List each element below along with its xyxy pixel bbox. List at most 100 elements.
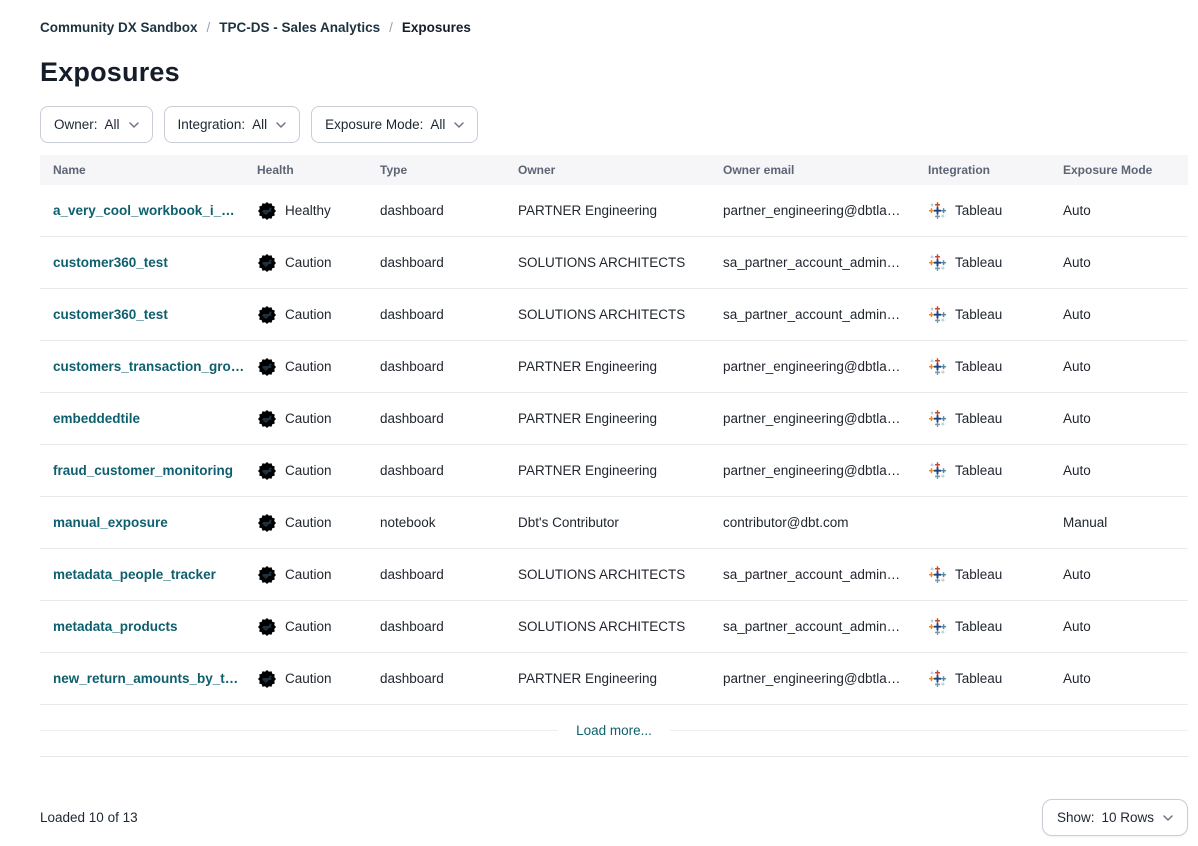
rows-per-page-dropdown[interactable]: Show: 10 Rows: [1042, 799, 1188, 836]
tableau-icon: [928, 253, 947, 272]
type-label: dashboard: [380, 359, 444, 374]
filter-bar: Owner: All Integration: All Exposure Mod…: [40, 106, 1188, 143]
health-cell: Caution: [244, 461, 367, 481]
mode-label: Auto: [1063, 463, 1091, 478]
type-label: dashboard: [380, 411, 444, 426]
health-label: Caution: [285, 515, 332, 530]
health-cell: Caution: [244, 669, 367, 689]
mode-cell: Auto: [1050, 307, 1188, 322]
table-row: metadata_people_tracker Caution dashboar…: [40, 549, 1188, 601]
type-label: dashboard: [380, 567, 444, 582]
exposure-name-link[interactable]: embeddedtile: [53, 411, 140, 426]
owner-email-cell: partner_engineering@dbtla…: [710, 359, 915, 374]
mode-cell: Auto: [1050, 359, 1188, 374]
exposure-name-link[interactable]: a_very_cool_workbook_i_…: [53, 203, 235, 218]
type-label: notebook: [380, 515, 436, 530]
filter-label: Integration:: [178, 117, 246, 132]
breadcrumb-item-package[interactable]: TPC-DS - Sales Analytics: [219, 20, 380, 35]
type-cell: dashboard: [367, 255, 505, 270]
tableau-icon: [928, 201, 947, 220]
integration-cell: Tableau: [915, 201, 1050, 220]
owner-cell: SOLUTIONS ARCHITECTS: [505, 307, 710, 322]
name-cell: manual_exposure: [40, 515, 244, 530]
chevron-down-icon: [454, 122, 464, 128]
exposure-name-link[interactable]: metadata_products: [53, 619, 178, 634]
integration-label: Tableau: [955, 203, 1002, 218]
integration-label: Tableau: [955, 359, 1002, 374]
health-status-icon: [257, 565, 277, 585]
breadcrumb: Community DX Sandbox / TPC-DS - Sales An…: [40, 0, 1188, 35]
mode-cell: Auto: [1050, 411, 1188, 426]
table-row: fraud_customer_monitoring Caution dashbo…: [40, 445, 1188, 497]
integration-cell: Tableau: [915, 305, 1050, 324]
exposure-name-link[interactable]: metadata_people_tracker: [53, 567, 216, 582]
exposure-name-link[interactable]: manual_exposure: [53, 515, 168, 530]
filter-value: All: [252, 117, 267, 132]
owner-email-label: partner_engineering@dbtla…: [723, 203, 900, 218]
owner-cell: PARTNER Engineering: [505, 203, 710, 218]
exposure-mode-filter-dropdown[interactable]: Exposure Mode: All: [311, 106, 478, 143]
mode-label: Manual: [1063, 515, 1107, 530]
health-cell: Caution: [244, 305, 367, 325]
type-label: dashboard: [380, 203, 444, 218]
show-value: 10 Rows: [1101, 810, 1154, 825]
health-status-icon: [257, 513, 277, 533]
owner-label: SOLUTIONS ARCHITECTS: [518, 567, 685, 582]
owner-cell: SOLUTIONS ARCHITECTS: [505, 619, 710, 634]
table-row: customer360_test Caution dashboard SOLUT…: [40, 237, 1188, 289]
health-status-icon: [257, 409, 277, 429]
exposure-name-link[interactable]: customers_transaction_gro…: [53, 359, 244, 374]
exposure-name-link[interactable]: new_return_amounts_by_t…: [53, 671, 238, 686]
owner-email-label: sa_partner_account_admin…: [723, 307, 900, 322]
owner-label: SOLUTIONS ARCHITECTS: [518, 255, 685, 270]
health-status-icon: [257, 253, 277, 273]
filter-value: All: [430, 117, 445, 132]
mode-cell: Auto: [1050, 671, 1188, 686]
owner-cell: PARTNER Engineering: [505, 411, 710, 426]
breadcrumb-item-project[interactable]: Community DX Sandbox: [40, 20, 198, 35]
integration-filter-dropdown[interactable]: Integration: All: [164, 106, 301, 143]
health-cell: Caution: [244, 513, 367, 533]
owner-label: PARTNER Engineering: [518, 359, 657, 374]
owner-label: Dbt's Contributor: [518, 515, 619, 530]
chevron-down-icon: [1163, 815, 1173, 821]
name-cell: fraud_customer_monitoring: [40, 463, 244, 478]
table-row: metadata_products Caution dashboard SOLU…: [40, 601, 1188, 653]
exposure-name-link[interactable]: customer360_test: [53, 307, 168, 322]
filter-label: Owner:: [54, 117, 98, 132]
owner-email-cell: partner_engineering@dbtla…: [710, 203, 915, 218]
integration-label: Tableau: [955, 463, 1002, 478]
table-row: manual_exposure Caution notebook Dbt's C…: [40, 497, 1188, 549]
page-title: Exposures: [40, 57, 1188, 88]
show-label: Show:: [1057, 810, 1095, 825]
table-row: new_return_amounts_by_t… Caution dashboa…: [40, 653, 1188, 705]
table-header-row: Name Health Type Owner Owner email Integ…: [40, 155, 1188, 185]
health-status-icon: [257, 201, 277, 221]
column-header-owner: Owner: [505, 163, 710, 177]
owner-cell: PARTNER Engineering: [505, 671, 710, 686]
owner-cell: SOLUTIONS ARCHITECTS: [505, 567, 710, 582]
owner-filter-dropdown[interactable]: Owner: All: [40, 106, 153, 143]
health-label: Caution: [285, 359, 332, 374]
column-header-exposure-mode: Exposure Mode: [1050, 163, 1188, 177]
mode-label: Auto: [1063, 411, 1091, 426]
exposure-name-link[interactable]: customer360_test: [53, 255, 168, 270]
integration-cell: Tableau: [915, 617, 1050, 636]
health-status-icon: [257, 617, 277, 637]
owner-email-label: sa_partner_account_admin…: [723, 255, 900, 270]
load-more-link[interactable]: Load more...: [558, 723, 670, 738]
owner-label: PARTNER Engineering: [518, 671, 657, 686]
health-cell: Caution: [244, 617, 367, 637]
column-header-name: Name: [40, 163, 244, 177]
integration-label: Tableau: [955, 671, 1002, 686]
type-cell: notebook: [367, 515, 505, 530]
owner-email-label: partner_engineering@dbtla…: [723, 463, 900, 478]
exposure-name-link[interactable]: fraud_customer_monitoring: [53, 463, 233, 478]
integration-label: Tableau: [955, 619, 1002, 634]
owner-email-cell: contributor@dbt.com: [710, 515, 915, 530]
owner-label: SOLUTIONS ARCHITECTS: [518, 307, 685, 322]
tableau-icon: [928, 565, 947, 584]
owner-email-cell: partner_engineering@dbtla…: [710, 671, 915, 686]
chevron-down-icon: [276, 122, 286, 128]
name-cell: customers_transaction_gro…: [40, 359, 244, 374]
